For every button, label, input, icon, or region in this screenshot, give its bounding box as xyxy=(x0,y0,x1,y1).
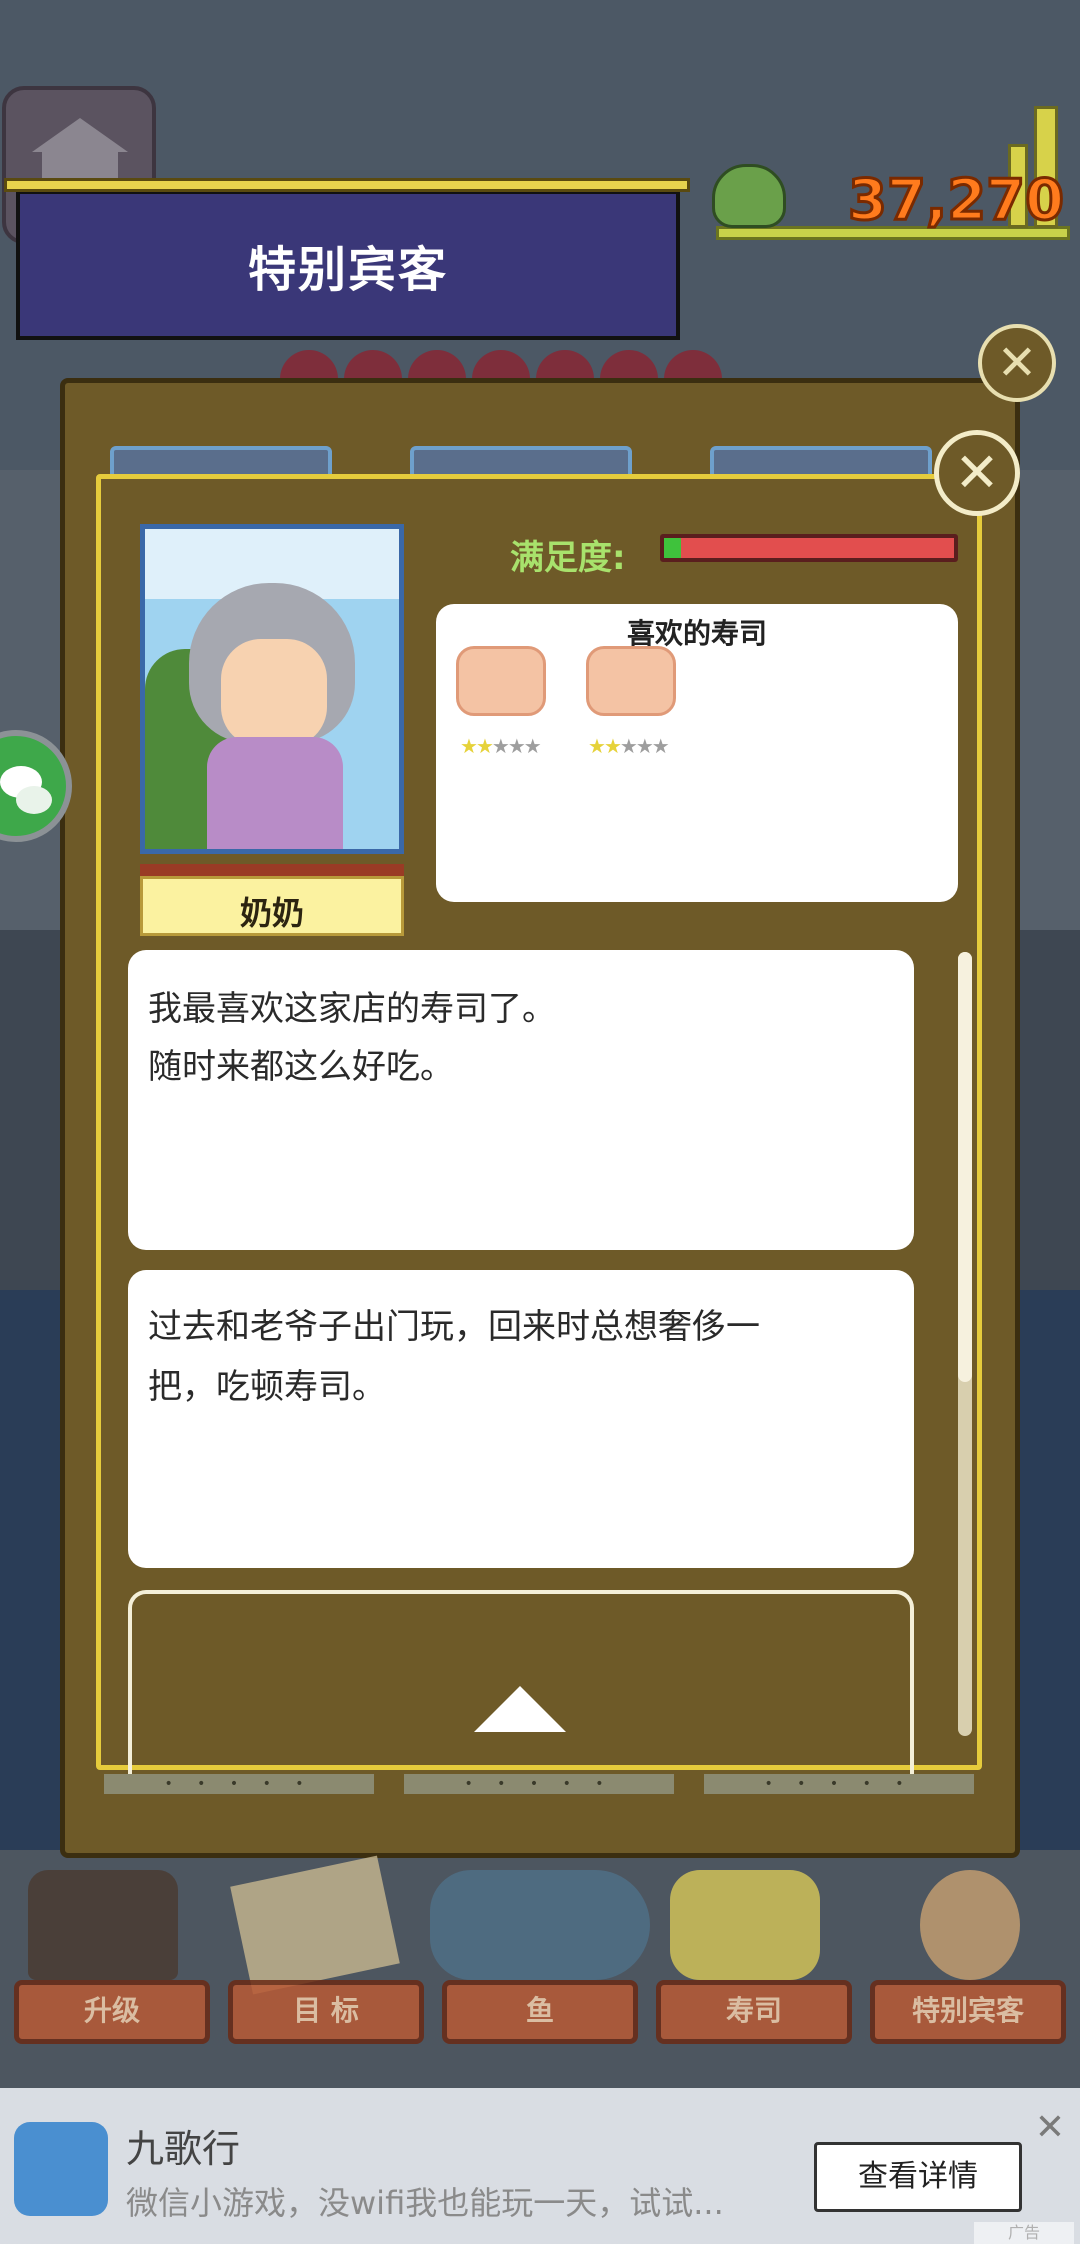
star-empty-icon: ★ xyxy=(491,734,510,758)
locked-dialog-box xyxy=(128,1590,914,1776)
guest-name: 奶奶 xyxy=(239,894,304,932)
star-empty-icon: ★ xyxy=(507,734,526,758)
page-title: 特别宾客 xyxy=(247,242,448,298)
satisfaction-bar xyxy=(660,534,958,562)
name-plate-rod xyxy=(140,864,404,876)
back-close-button[interactable]: ✕ xyxy=(978,324,1056,402)
ad-view-details-button[interactable]: 查看详情 xyxy=(814,2142,1022,2212)
star-filled-icon: ★ xyxy=(603,734,622,758)
dialog-line: 过去和老爷子出门玩，回来时总想奢侈一 xyxy=(148,1307,760,1347)
hammer-icon xyxy=(28,1870,178,1980)
star-filled-icon: ★ xyxy=(460,734,478,758)
sushi-icon xyxy=(670,1870,820,1980)
menu-special-guests-button[interactable]: 特别宾客 xyxy=(870,1980,1066,2044)
ad-tag: 广告 xyxy=(974,2222,1074,2244)
page-dots: • • • • • xyxy=(404,1774,674,1794)
menu-upgrade-button[interactable]: 升级 xyxy=(14,1980,210,2044)
dialog-line: 把，吃顿寿司。 xyxy=(148,1367,386,1407)
sushi-icon[interactable] xyxy=(456,646,546,716)
star-empty-icon: ★ xyxy=(523,734,542,758)
guest-portrait xyxy=(140,524,404,854)
sushi-icon[interactable] xyxy=(586,646,676,716)
page-dots: • • • • • xyxy=(704,1774,974,1794)
star-empty-icon: ★ xyxy=(635,734,654,758)
ad-app-name: 九歌行 xyxy=(126,2127,241,2171)
star-empty-icon: ★ xyxy=(619,734,638,758)
menu-fish-button[interactable]: 鱼 xyxy=(442,1980,638,2044)
money-bag-icon xyxy=(712,164,786,228)
star-filled-icon: ★ xyxy=(588,734,606,758)
ad-app-icon[interactable] xyxy=(14,2122,108,2216)
fish-icon xyxy=(430,1870,650,1980)
menu-sushi-button[interactable]: 寿司 xyxy=(656,1980,852,2044)
scroll-up-arrow-icon[interactable] xyxy=(474,1686,566,1732)
guest-icon xyxy=(920,1870,1020,1980)
house-icon xyxy=(32,118,128,152)
dialog-line: 随时来都这么好吃。 xyxy=(148,1047,454,1087)
page-dots: • • • • • xyxy=(104,1774,374,1794)
star-empty-icon: ★ xyxy=(651,734,670,758)
satisfaction-bar-fill xyxy=(664,538,682,558)
star-filled-icon: ★ xyxy=(475,734,494,758)
menu-goals-button[interactable]: 目 标 xyxy=(228,1980,424,2044)
money-counter: 37,270 xyxy=(846,167,1065,235)
ad-close-icon[interactable]: ✕ xyxy=(1030,2108,1070,2148)
banner-rod xyxy=(4,178,690,192)
close-button[interactable]: ✕ xyxy=(934,430,1020,516)
dialog-line: 我最喜欢这家店的寿司了。 xyxy=(148,989,556,1029)
sushi-rating-stars: ★★★★★ xyxy=(588,734,670,758)
sushi-rating-stars: ★★★★★ xyxy=(460,734,542,758)
ad-description: 微信小游戏，没wifi我也能玩一天，试试... xyxy=(126,2184,724,2222)
satisfaction-label: 满足度: xyxy=(510,538,626,578)
scrollbar-thumb[interactable] xyxy=(958,952,972,1382)
